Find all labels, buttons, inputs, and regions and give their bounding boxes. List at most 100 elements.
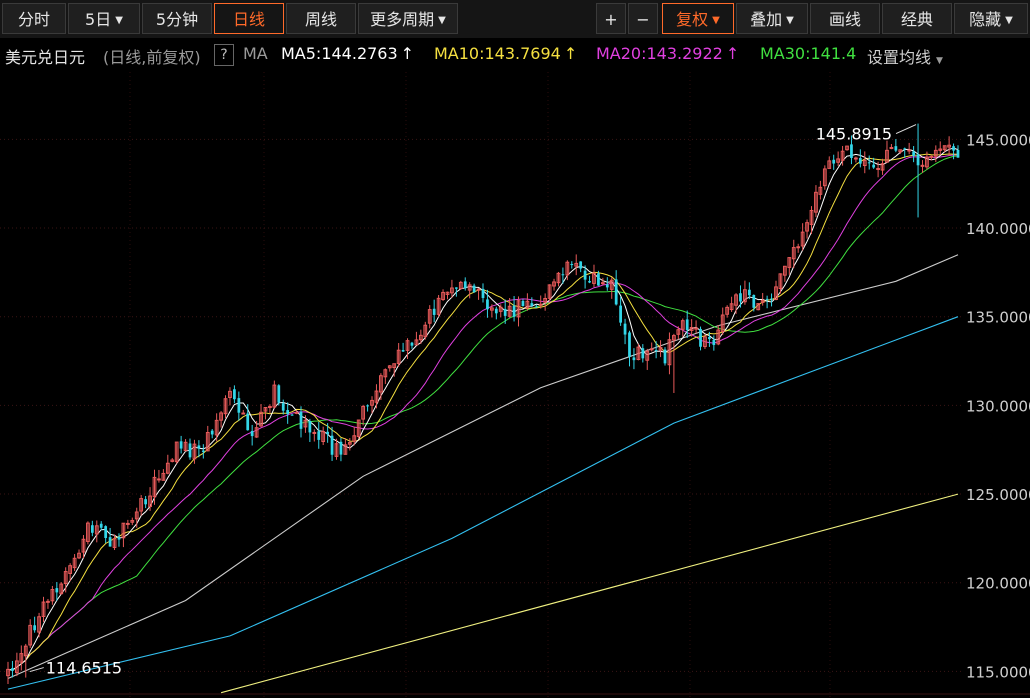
candle-body (521, 300, 525, 307)
ma-label[interactable]: MA (243, 44, 268, 63)
candle-body (894, 146, 898, 151)
candle-body (561, 274, 565, 276)
overlay-button[interactable]: 叠加 ▼ (736, 3, 808, 34)
zoom-in-icon[interactable]: + (596, 3, 626, 34)
candle-body (605, 284, 609, 288)
hide-button[interactable]: 隐藏 ▼ (954, 3, 1028, 34)
candle-body (463, 281, 467, 289)
draw-line-button[interactable]: 画线 (810, 3, 880, 34)
tab-more-periods[interactable]: 更多周期 ▼ (358, 3, 458, 34)
candle-body (765, 298, 769, 300)
candle-body (233, 389, 236, 400)
candle-body (614, 279, 618, 305)
candle-body (632, 357, 636, 361)
help-icon[interactable]: ? (214, 44, 234, 66)
candle-body (534, 306, 538, 308)
candle-body (281, 403, 285, 411)
tab-5min[interactable]: 5分钟 (142, 3, 212, 34)
candle-body (201, 450, 205, 452)
candle-body (770, 298, 773, 300)
candle-body (268, 406, 272, 409)
candle-body (512, 305, 516, 317)
candle-body (277, 385, 281, 403)
candle-body (912, 151, 915, 156)
dropdown-caret-icon: ▼ (786, 15, 794, 26)
candle-body (956, 149, 960, 158)
candle-body (250, 431, 254, 437)
candle-body (317, 431, 321, 440)
candle-body (326, 431, 330, 435)
candle-body (850, 144, 853, 158)
candle-body (312, 431, 317, 434)
candle-body (90, 525, 94, 533)
candle-body (597, 273, 600, 286)
candle-body (401, 350, 405, 352)
candle-body (486, 299, 489, 310)
candle-body (494, 308, 498, 314)
ma10-readout: MA10:143.7694 ↑ (434, 44, 578, 63)
candle-body (796, 246, 801, 249)
ma30-line (7, 155, 959, 671)
candle-body (299, 411, 303, 429)
candle-body (454, 287, 458, 289)
y-axis-label: 125.0000 (966, 486, 1030, 504)
candle-body (410, 342, 414, 346)
candle-body (157, 478, 161, 481)
candle-body (472, 285, 476, 293)
candle-body (197, 445, 201, 449)
dropdown-caret-icon: ▼ (1005, 15, 1013, 26)
chart-toolbar: 分时 5日 ▼ 5分钟 日线 周线 更多周期 ▼ + − 复权 ▼ 叠加 ▼ 画线 经典 隐藏 ▼ (0, 0, 1030, 38)
candle-body (432, 308, 436, 315)
candle-body (685, 319, 689, 331)
y-axis-label: 135.0000 (966, 309, 1030, 327)
candle-body (294, 411, 299, 414)
candle-body (854, 157, 858, 160)
candle-body (125, 522, 130, 525)
candle-body (330, 435, 334, 455)
candle-body (752, 294, 756, 308)
candle-body (903, 148, 907, 150)
candle-body (641, 348, 645, 359)
settings-caret-icon: ▼ (936, 56, 943, 66)
candle-body (628, 332, 631, 357)
candle-body (503, 308, 507, 316)
zoom-out-icon[interactable]: − (628, 3, 658, 34)
ma10-arrow-icon: ↑ (563, 44, 578, 63)
candle-body (188, 443, 192, 458)
tab-intraday[interactable]: 分时 (2, 3, 66, 34)
ma-settings-button[interactable]: 设置均线 ▼ (867, 44, 945, 68)
candle-body (579, 261, 583, 269)
candle-body (99, 523, 103, 528)
price-adjust-button[interactable]: 复权 ▼ (662, 3, 734, 34)
candle-body (481, 288, 485, 298)
candle-body (246, 413, 250, 431)
candle-body (570, 264, 574, 266)
high-annotation-arrow (895, 124, 917, 135)
kline-chart[interactable]: 145.8915 114.6515 145.0000 140.0000 135.0000… (0, 72, 1030, 698)
candle-body (916, 154, 920, 166)
candle-body (600, 282, 605, 285)
tab-weekly[interactable]: 周线 (286, 3, 356, 34)
candle-body (712, 339, 716, 346)
candle-body (952, 146, 955, 151)
dropdown-caret-icon: ▼ (115, 15, 123, 26)
candle-body (46, 600, 50, 603)
high-price-label: 145.8915 (816, 125, 892, 144)
candle-body (210, 430, 214, 435)
candle-body (286, 410, 290, 415)
dropdown-caret-icon: ▼ (712, 15, 720, 26)
y-axis-label: 115.0000 (966, 663, 1030, 681)
tab-daily[interactable]: 日线 (214, 3, 284, 34)
ma30-readout: MA30:141.4 (760, 44, 857, 63)
candle-body (55, 588, 59, 593)
y-axis-label: 145.0000 (966, 131, 1030, 149)
candle-body (241, 412, 246, 415)
candle-body (867, 162, 871, 164)
candle-body (747, 289, 751, 296)
candle-body (708, 337, 711, 340)
candle-body (144, 499, 147, 505)
classic-view-button[interactable]: 经典 (882, 3, 952, 34)
tab-5day[interactable]: 5日 ▼ (68, 3, 140, 34)
candle-body (179, 441, 183, 449)
candle-body (588, 281, 591, 283)
